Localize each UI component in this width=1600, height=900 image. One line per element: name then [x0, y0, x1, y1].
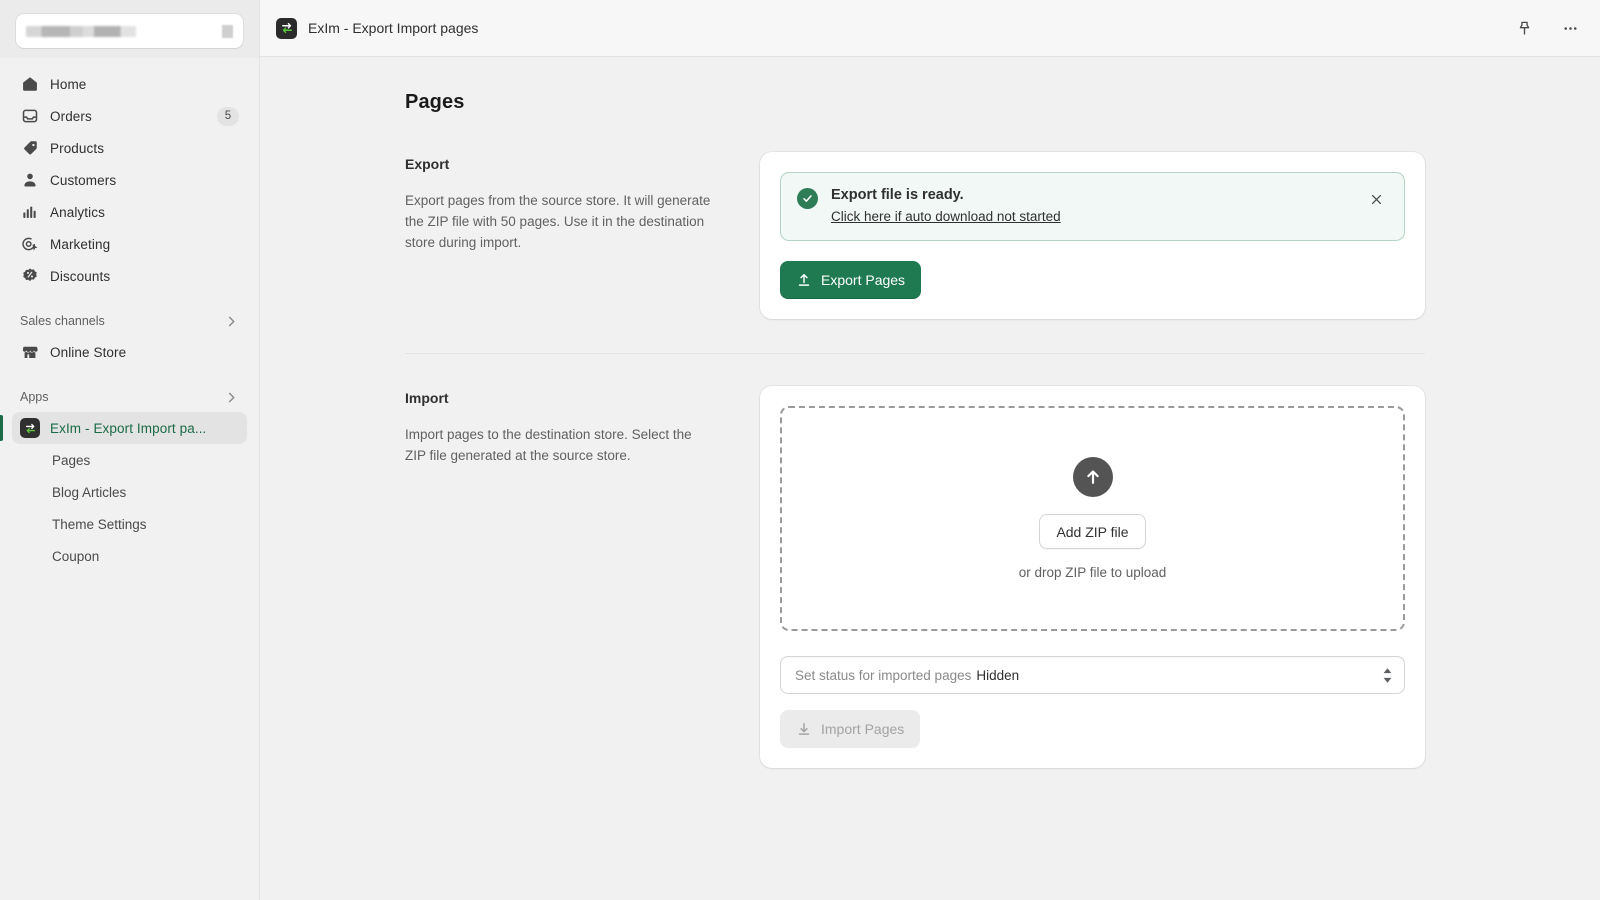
- sidebar-item-label: Home: [50, 77, 86, 92]
- sidebar-item-label: Marketing: [50, 237, 110, 252]
- store-switcher-container: [0, 0, 259, 58]
- sidebar-item-customers[interactable]: Customers: [12, 164, 247, 196]
- sidebar-item-label: ExIm - Export Import pa...: [50, 421, 206, 436]
- import-pages-button[interactable]: Import Pages: [780, 710, 920, 748]
- exchange-arrows-icon: [20, 418, 40, 438]
- import-status-select-value: Hidden: [976, 668, 1019, 683]
- sidebar: Home Orders 5 Products Customers: [0, 0, 260, 900]
- sidebar-subitem-theme-settings[interactable]: Theme Settings: [12, 508, 247, 540]
- sidebar-item-exim-app[interactable]: ExIm - Export Import pa...: [12, 412, 247, 444]
- chevron-updown-icon: [222, 25, 233, 38]
- chevron-right-icon[interactable]: [224, 390, 239, 405]
- auto-download-link[interactable]: Click here if auto download not started: [831, 209, 1061, 224]
- sidebar-item-label: Orders: [50, 109, 92, 124]
- import-section: Import Import pages to the destination s…: [405, 386, 1425, 768]
- sidebar-item-orders[interactable]: Orders 5: [12, 100, 247, 132]
- page-title: Pages: [405, 91, 1425, 114]
- import-heading: Import: [405, 390, 715, 406]
- zip-dropzone[interactable]: Add ZIP file or drop ZIP file to upload: [780, 406, 1405, 631]
- upload-arrow-icon: [796, 272, 812, 288]
- section-divider: [405, 353, 1425, 354]
- section-title: Sales channels: [20, 314, 105, 328]
- more-horizontal-icon[interactable]: [1556, 14, 1584, 42]
- dropzone-hint: or drop ZIP file to upload: [1019, 565, 1167, 580]
- sidebar-item-discounts[interactable]: Discounts: [12, 260, 247, 292]
- store-name-redacted: [26, 26, 136, 37]
- section-title: Apps: [20, 390, 49, 404]
- sidebar-item-marketing[interactable]: Marketing: [12, 228, 247, 260]
- import-status-select[interactable]: Set status for imported pages Hidden: [780, 656, 1405, 694]
- sidebar-item-label: Online Store: [50, 345, 126, 360]
- export-card: Export file is ready. Click here if auto…: [760, 152, 1425, 319]
- import-section-aside: Import Import pages to the destination s…: [405, 386, 760, 466]
- topbar: ExIm - Export Import pages: [260, 0, 1600, 57]
- sidebar-item-label: Products: [50, 141, 104, 156]
- sidebar-item-home[interactable]: Home: [12, 68, 247, 100]
- main-area: ExIm - Export Import pages Pages Export: [260, 0, 1600, 900]
- export-section-body: Export file is ready. Click here if auto…: [760, 152, 1425, 319]
- chevron-right-icon[interactable]: [224, 314, 239, 329]
- import-pages-button-label: Import Pages: [821, 721, 904, 737]
- sidebar-section-sales-channels[interactable]: Sales channels: [12, 306, 247, 336]
- sidebar-subitem-blog-articles[interactable]: Blog Articles: [12, 476, 247, 508]
- bar-chart-icon: [20, 202, 40, 222]
- app-root: Home Orders 5 Products Customers: [0, 0, 1600, 900]
- download-arrow-icon: [796, 721, 812, 737]
- sidebar-subitem-label: Blog Articles: [52, 485, 126, 500]
- chevron-updown-icon[interactable]: [1383, 668, 1392, 683]
- person-icon: [20, 170, 40, 190]
- storefront-icon: [20, 342, 40, 362]
- sidebar-item-products[interactable]: Products: [12, 132, 247, 164]
- sidebar-subitem-coupon[interactable]: Coupon: [12, 540, 247, 572]
- export-heading: Export: [405, 156, 715, 172]
- sidebar-section-apps[interactable]: Apps: [12, 382, 247, 412]
- tag-icon: [20, 138, 40, 158]
- banner-body: Export file is ready. Click here if auto…: [831, 187, 1351, 226]
- import-section-body: Add ZIP file or drop ZIP file to upload …: [760, 386, 1425, 768]
- topbar-left: ExIm - Export Import pages: [276, 18, 478, 39]
- sidebar-subitem-label: Pages: [52, 453, 90, 468]
- home-icon: [20, 74, 40, 94]
- success-check-icon: [797, 188, 818, 209]
- export-section: Export Export pages from the source stor…: [405, 152, 1425, 319]
- sidebar-item-label: Customers: [50, 173, 116, 188]
- export-ready-banner: Export file is ready. Click here if auto…: [780, 172, 1405, 241]
- topbar-right: [1510, 14, 1584, 42]
- import-card: Add ZIP file or drop ZIP file to upload …: [760, 386, 1425, 768]
- orders-badge: 5: [217, 107, 239, 126]
- sidebar-item-online-store[interactable]: Online Store: [12, 336, 247, 368]
- close-icon[interactable]: [1364, 187, 1388, 211]
- add-zip-file-button[interactable]: Add ZIP file: [1039, 514, 1145, 549]
- pin-icon[interactable]: [1510, 14, 1538, 42]
- sidebar-item-label: Discounts: [50, 269, 110, 284]
- active-indicator-bar: [0, 415, 3, 441]
- sidebar-item-analytics[interactable]: Analytics: [12, 196, 247, 228]
- sidebar-subitem-pages[interactable]: Pages: [12, 444, 247, 476]
- orders-inbox-icon: [20, 106, 40, 126]
- discount-badge-icon: [20, 266, 40, 286]
- export-description: Export pages from the source store. It w…: [405, 190, 715, 253]
- export-pages-button-label: Export Pages: [821, 272, 905, 288]
- import-status-select-label: Set status for imported pages: [795, 668, 971, 683]
- topbar-title: ExIm - Export Import pages: [308, 20, 478, 36]
- store-switcher[interactable]: [16, 14, 243, 48]
- target-cursor-icon: [20, 234, 40, 254]
- export-pages-button[interactable]: Export Pages: [780, 261, 921, 299]
- sidebar-subitem-label: Theme Settings: [52, 517, 147, 532]
- sidebar-item-label: Analytics: [50, 205, 105, 220]
- upload-circle-arrow-icon: [1073, 457, 1113, 497]
- content-inner: Pages Export Export pages from the sourc…: [405, 91, 1425, 768]
- import-description: Import pages to the destination store. S…: [405, 424, 715, 466]
- banner-title: Export file is ready.: [831, 187, 1351, 203]
- content-scroll-area: Pages Export Export pages from the sourc…: [260, 57, 1600, 900]
- sidebar-subitem-label: Coupon: [52, 549, 99, 564]
- export-section-aside: Export Export pages from the source stor…: [405, 152, 760, 253]
- primary-nav: Home Orders 5 Products Customers: [0, 58, 259, 572]
- exchange-arrows-icon: [276, 18, 297, 39]
